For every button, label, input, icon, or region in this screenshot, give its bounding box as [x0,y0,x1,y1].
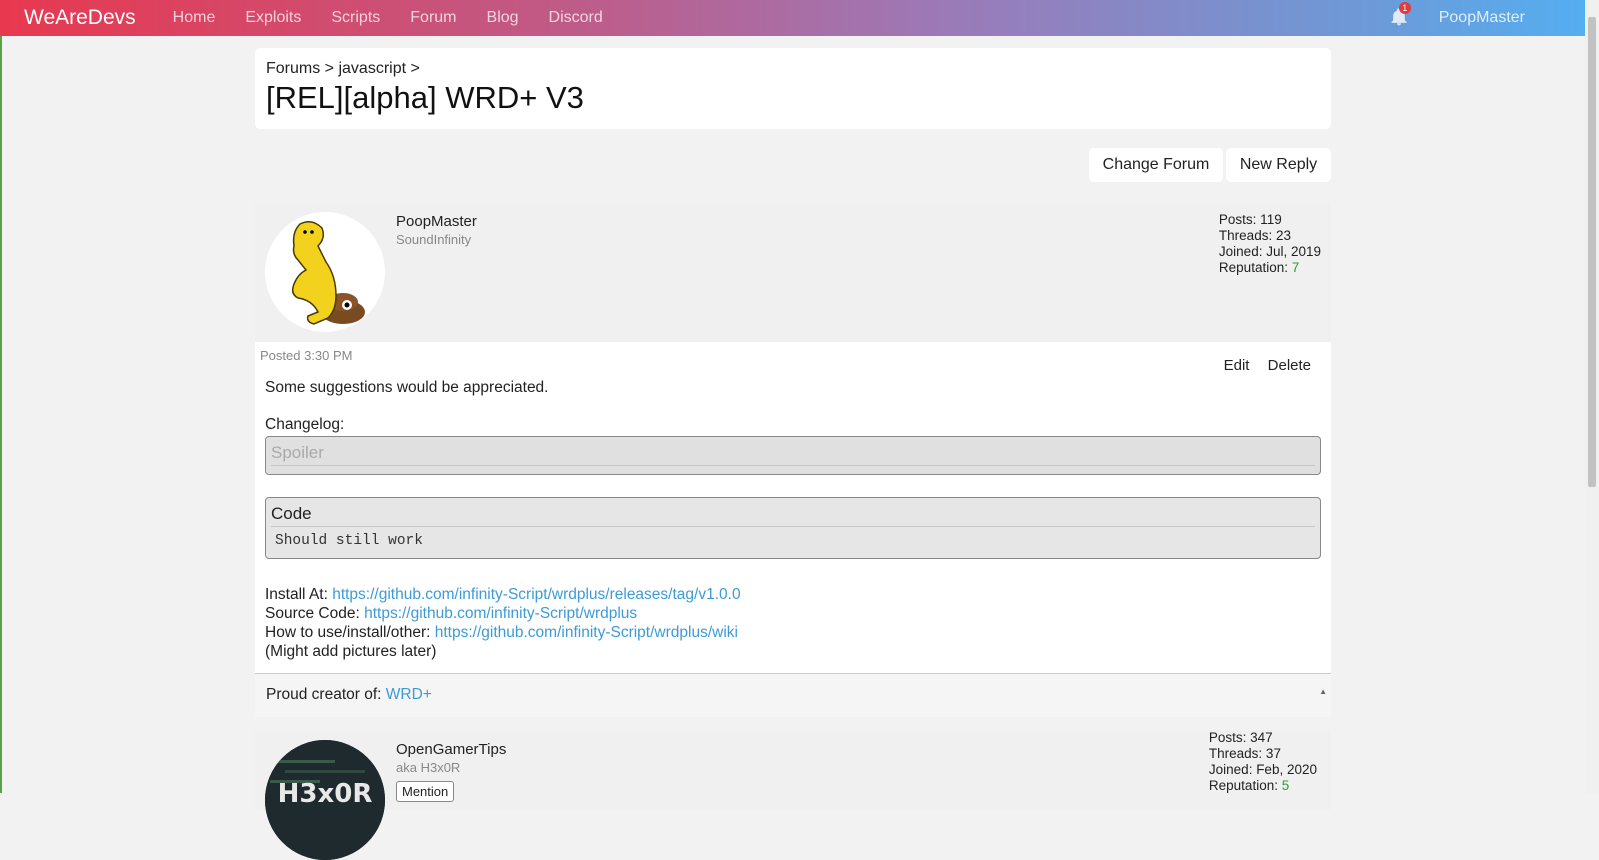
delete-button[interactable]: Delete [1268,357,1311,374]
nav-scripts[interactable]: Scripts [331,9,380,27]
nav-home[interactable]: Home [173,9,216,27]
wiki-link[interactable]: https://github.com/infinity-Script/wrdpl… [435,624,738,641]
post-header: H3x0R OpenGamerTips aka H3x0R Mention Po… [255,730,1331,860]
author-stats: Posts: 347 Threads: 37 Joined: Feb, 2020… [1209,730,1317,794]
thread-header: Forums > javascript > [REL][alpha] WRD+ … [255,48,1331,129]
thinker-avatar-image [291,221,365,325]
code-title: Code [271,504,1315,527]
hacker-avatar-image: H3x0R [265,740,385,860]
signature-label: Proud creator of: [266,686,386,703]
stat-posts: Posts: 119 [1218,212,1282,227]
top-navbar: WeAreDevs Home Exploits Scripts Forum Bl… [0,0,1585,36]
changelog-label: Changelog: [265,416,345,433]
signature-link[interactable]: WRD+ [386,686,432,703]
author-name[interactable]: OpenGamerTips [396,741,506,758]
post-header: PoopMaster SoundInfinity Posts: 119 Thre… [255,202,1331,342]
post-body: Posted 3:30 PM Edit Delete Some suggesti… [255,342,1331,673]
brand-logo[interactable]: WeAreDevs [24,6,136,30]
page-left-edge [0,0,2,793]
reputation-label: Reputation: [1218,260,1292,275]
avatar-text: H3x0R [278,779,373,809]
avatar[interactable] [265,212,385,332]
stat-joined: Joined: Jul, 2019 [1218,244,1321,259]
scroll-up-icon[interactable]: ▲ [1319,677,1327,707]
author-subtitle: aka H3x0R [396,760,461,775]
reputation-label: Reputation: [1208,778,1282,793]
reputation-value: 5 [1281,778,1290,793]
stat-reputation: Reputation: 5 [1209,778,1317,794]
code-block: Code Should still work [265,497,1321,559]
author-subtitle: SoundInfinity [396,232,472,247]
nav-username[interactable]: PoopMaster [1439,9,1525,27]
nav-discord[interactable]: Discord [549,9,603,27]
page-scrollbar[interactable] [1585,0,1599,793]
notification-badge: 1 [1398,2,1411,14]
post-note: (Might add pictures later) [265,643,437,660]
new-reply-button[interactable]: New Reply [1226,148,1331,182]
post-links: Install At: https://github.com/infinity-… [265,585,1321,661]
spoiler-toggle[interactable]: Spoiler [265,436,1321,475]
nav-blog[interactable]: Blog [487,9,519,27]
avatar[interactable]: H3x0R [265,740,385,860]
stat-joined: Joined: Feb, 2020 [1208,762,1317,777]
stat-threads: Threads: 37 [1208,746,1281,761]
edit-button[interactable]: Edit [1224,357,1250,374]
post-message: Some suggestions would be appreciated. [265,379,549,396]
author-stats: Posts: 119 Threads: 23 Joined: Jul, 2019… [1219,212,1321,276]
post-actions: Edit Delete [1210,357,1311,374]
author-name[interactable]: PoopMaster [396,213,477,230]
stat-posts: Posts: 347 [1208,730,1273,745]
scrollbar-thumb[interactable] [1588,17,1596,487]
source-link[interactable]: https://github.com/infinity-Script/wrdpl… [364,605,637,622]
post: H3x0R OpenGamerTips aka H3x0R Mention Po… [255,730,1331,860]
code-text: Should still work [275,533,423,549]
stat-reputation: Reputation: 7 [1219,260,1321,276]
install-link[interactable]: https://github.com/infinity-Script/wrdpl… [332,586,740,603]
nav-forum[interactable]: Forum [410,9,456,27]
install-label: Install At: [265,586,333,603]
mention-button[interactable]: Mention [396,781,455,802]
notifications-button[interactable]: 1 [1389,2,1411,29]
signature: Proud creator of: WRD+ ▲ [255,673,1331,717]
page-title: [REL][alpha] WRD+ V3 [266,80,584,115]
spoiler-label: Spoiler [271,443,1315,466]
change-forum-button[interactable]: Change Forum [1089,148,1223,182]
signature-scroll-arrows[interactable]: ▲ [1319,677,1327,707]
stat-threads: Threads: 23 [1218,228,1291,243]
post-timestamp: Posted 3:30 PM [260,348,353,363]
howto-label: How to use/install/other: [265,624,435,641]
source-label: Source Code: [265,605,365,622]
reputation-value: 7 [1291,260,1300,275]
nav-right: 1 PoopMaster [1389,2,1585,29]
nav-exploits[interactable]: Exploits [245,9,301,27]
breadcrumb[interactable]: Forums > javascript > [266,60,1320,78]
post: PoopMaster SoundInfinity Posts: 119 Thre… [255,202,1331,717]
